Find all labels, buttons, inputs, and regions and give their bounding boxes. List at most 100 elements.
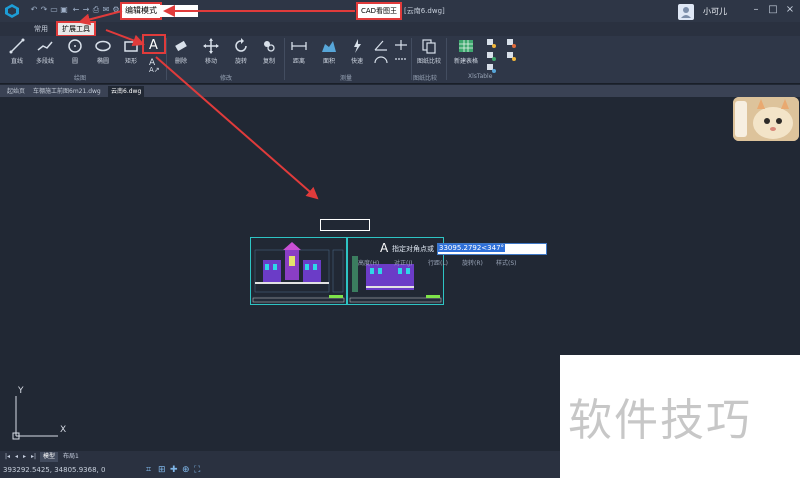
option-style[interactable]: 样式(S) (496, 258, 517, 267)
watermark-text: 软件技巧 (568, 395, 752, 446)
back-icon[interactable]: ← (72, 6, 80, 14)
distance-tool[interactable]: 距离 (286, 38, 312, 68)
circle-tool-label: 圆 (71, 58, 78, 65)
eraser-icon (175, 40, 187, 52)
copy-icon (264, 41, 275, 52)
snap-icon[interactable]: ⌗ (146, 465, 151, 475)
user-icon (681, 7, 691, 18)
coordinate-input-value: 33095.2792<347° (438, 244, 506, 252)
ribbon-tab-bar: 常用 扩展工具 (0, 21, 800, 37)
table-import-icon[interactable] (486, 63, 496, 73)
erase-tool[interactable]: 删除 (168, 38, 194, 68)
rect-tool[interactable]: 矩形 (118, 38, 144, 68)
compare-tool[interactable]: 图纸比较 (414, 38, 444, 68)
user-name[interactable]: 小可儿 (703, 6, 727, 17)
group-separator (411, 38, 412, 80)
forward-icon[interactable]: → (82, 6, 90, 14)
copy-tool[interactable]: 复制 (256, 38, 282, 68)
ellipse-icon (95, 40, 111, 52)
command-prompt: 指定对角点或 (392, 245, 434, 253)
grid-icon[interactable]: ⊞ (158, 465, 166, 475)
circle-icon (68, 39, 82, 53)
polyline-icon (37, 41, 53, 51)
tab-document-1[interactable]: 车棚施工前图6m21.dwg (30, 86, 104, 97)
area-tool[interactable]: 面积 (316, 38, 342, 68)
rotate-tool-label: 旋转 (234, 58, 247, 65)
rotate-tool[interactable]: 旋转 (228, 38, 254, 68)
file-name-box (160, 5, 198, 17)
text-icon: A (149, 38, 158, 52)
polyline-tool[interactable]: 多段线 (32, 38, 58, 68)
move-tool-label: 移动 (204, 58, 217, 65)
mail-icon[interactable]: ✉ (102, 6, 110, 14)
move-tool[interactable]: 移动 (198, 38, 224, 68)
line-tool[interactable]: 直线 (4, 38, 30, 68)
ellipse-tool[interactable]: 椭圆 (90, 38, 116, 68)
osnap-icon[interactable]: ⊕ (182, 465, 190, 475)
redo-icon[interactable]: ↷ (40, 6, 48, 14)
app-logo-icon (5, 4, 19, 18)
axis-y-label: Y (18, 386, 24, 396)
option-height[interactable]: 高度(H) (358, 258, 379, 267)
open-icon[interactable]: ▭ (50, 6, 58, 14)
group-separator (166, 38, 167, 80)
erase-tool-label: 删除 (174, 58, 187, 65)
avatar[interactable] (678, 4, 694, 20)
option-rotate[interactable]: 旋转(R) (462, 258, 483, 267)
fullscreen-icon[interactable]: ⛶ (194, 465, 200, 475)
table-insert-icon[interactable] (486, 38, 496, 48)
svg-text:A: A (149, 38, 158, 52)
minimize-button[interactable]: – (750, 4, 762, 16)
app-title: CAD看图王 (356, 2, 402, 20)
table-edit-icon[interactable] (506, 38, 516, 48)
floating-assistant-card[interactable] (733, 97, 799, 141)
table-export-icon[interactable] (486, 51, 496, 61)
group-label-measure: 测量 (340, 75, 353, 82)
arc-measure-icon[interactable] (374, 54, 388, 64)
circle-tool[interactable]: 圆 (62, 38, 88, 68)
area-icon (322, 41, 336, 52)
line-icon (9, 38, 25, 54)
text-cursor-icon: A (380, 241, 389, 253)
coordinate-input[interactable]: 33095.2792<347° (437, 243, 547, 255)
ortho-icon[interactable]: ✚ (170, 465, 178, 475)
edit-mode-button[interactable]: 编辑模式 (120, 2, 162, 20)
restore-button[interactable]: □ (767, 4, 779, 16)
document-title: [云南6.dwg] (404, 7, 445, 15)
tab-common[interactable]: 常用 (30, 23, 52, 35)
tab-document-2[interactable]: 云南6.dwg (108, 86, 145, 97)
table-merge-icon[interactable] (506, 51, 516, 61)
text-edit-icon[interactable]: A↗ (148, 65, 160, 73)
compare-icon (422, 39, 436, 54)
group-label-xlstable: XlsTable (468, 73, 493, 80)
tab-layout-1[interactable]: 布局1 (60, 452, 82, 462)
option-line-spacing[interactable]: 行距(L) (428, 258, 448, 267)
settings-icon[interactable]: ⚙ (112, 6, 120, 14)
distance-icon (291, 42, 307, 50)
option-justify[interactable]: 对正(J) (394, 258, 412, 267)
group-separator (446, 38, 447, 80)
distance-tool-label: 距离 (292, 58, 305, 65)
print-icon[interactable]: ⎙ (92, 6, 100, 14)
tab-model[interactable]: 模型 (40, 452, 59, 462)
text-tool[interactable]: A (142, 34, 166, 54)
quick-measure-tool[interactable]: 快速 (344, 38, 370, 68)
angle-measure-icon[interactable] (374, 39, 388, 51)
save-icon[interactable]: ▣ (60, 6, 68, 14)
undo-icon[interactable]: ↶ (30, 6, 38, 14)
group-label-compare: 图纸比较 (413, 75, 438, 82)
group-label-modify: 修改 (220, 75, 233, 82)
quick-measure-icon (354, 39, 361, 53)
new-table-tool[interactable]: 新建表格 (450, 38, 482, 68)
rotate-icon (235, 38, 247, 52)
last-layout-icon[interactable]: ▸| (28, 452, 39, 462)
tab-start-page[interactable]: 起始页 (4, 86, 28, 97)
drawing-preview-left[interactable] (250, 237, 347, 305)
close-button[interactable]: × (784, 4, 796, 16)
move-icon (203, 38, 219, 54)
arc-length-icon[interactable] (394, 54, 408, 64)
ribbon: 直线 多段线 圆 椭圆 矩形 A A A↗ 删除 移动 旋转 复制 距离 面积 … (0, 34, 800, 84)
coordinate-icon[interactable] (394, 39, 408, 51)
tab-extension-tools[interactable]: 扩展工具 (56, 21, 96, 37)
text-input-rectangle (320, 219, 370, 231)
